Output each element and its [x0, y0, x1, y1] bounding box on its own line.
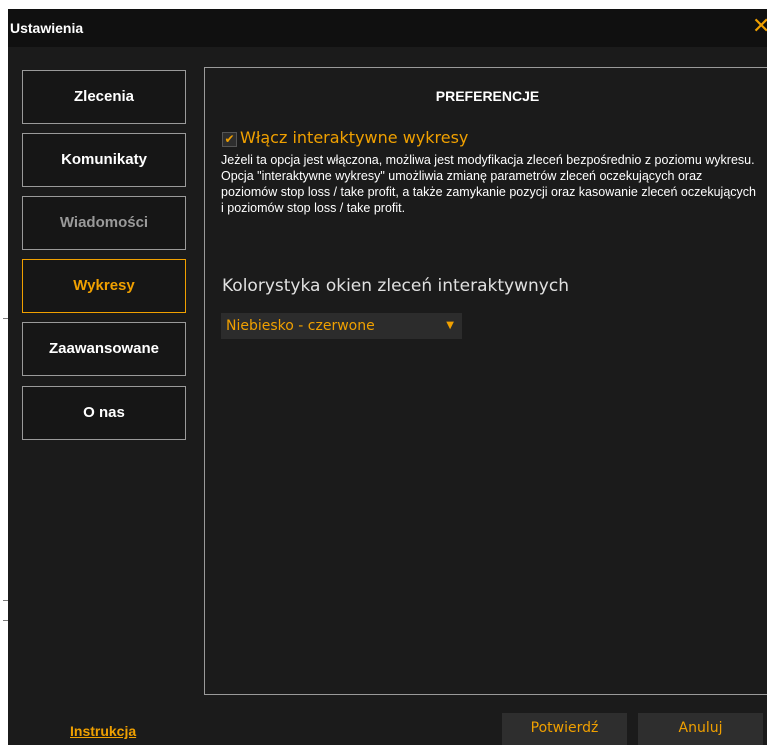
preferences-panel: PREFERENCJE ✔ Włącz interaktywne wykresy…: [204, 67, 767, 695]
title-bar[interactable]: Ustawienia ✕: [8, 9, 767, 47]
color-scheme-value: Niebiesko - czerwone: [226, 318, 375, 334]
window-title: Ustawienia: [10, 20, 84, 36]
sidebar-item-o-nas[interactable]: O nas: [22, 386, 186, 440]
sidebar-item-wiadomosci: Wiadomości: [22, 196, 186, 250]
interactive-charts-label[interactable]: Włącz interaktywne wykresy: [240, 128, 468, 147]
chevron-down-icon: ▼: [446, 320, 454, 331]
color-scheme-select[interactable]: Niebiesko - czerwone ▼: [221, 313, 462, 339]
color-scheme-label: Kolorystyka okien zleceń interaktywnych: [222, 276, 569, 296]
sidebar-item-wykresy[interactable]: Wykresy: [22, 259, 186, 313]
cancel-button[interactable]: Anuluj: [638, 713, 763, 745]
interactive-charts-description: Jeżeli ta opcja jest włączona, możliwa j…: [221, 153, 756, 215]
panel-heading: PREFERENCJE: [435, 88, 540, 104]
interactive-charts-checkbox[interactable]: ✔: [222, 132, 237, 147]
sidebar-item-komunikaty[interactable]: Komunikaty: [22, 133, 186, 187]
settings-dialog: Ustawienia ✕ Zlecenia Komunikaty Wiadomo…: [8, 9, 767, 745]
close-icon[interactable]: ✕: [752, 15, 767, 39]
sidebar-item-zlecenia[interactable]: Zlecenia: [22, 70, 186, 124]
checkmark-icon: ✔: [224, 132, 235, 146]
help-link[interactable]: Instrukcja: [70, 723, 136, 739]
sidebar-item-zaawansowane[interactable]: Zaawansowane: [22, 322, 186, 376]
confirm-button[interactable]: Potwierdź: [502, 713, 627, 745]
